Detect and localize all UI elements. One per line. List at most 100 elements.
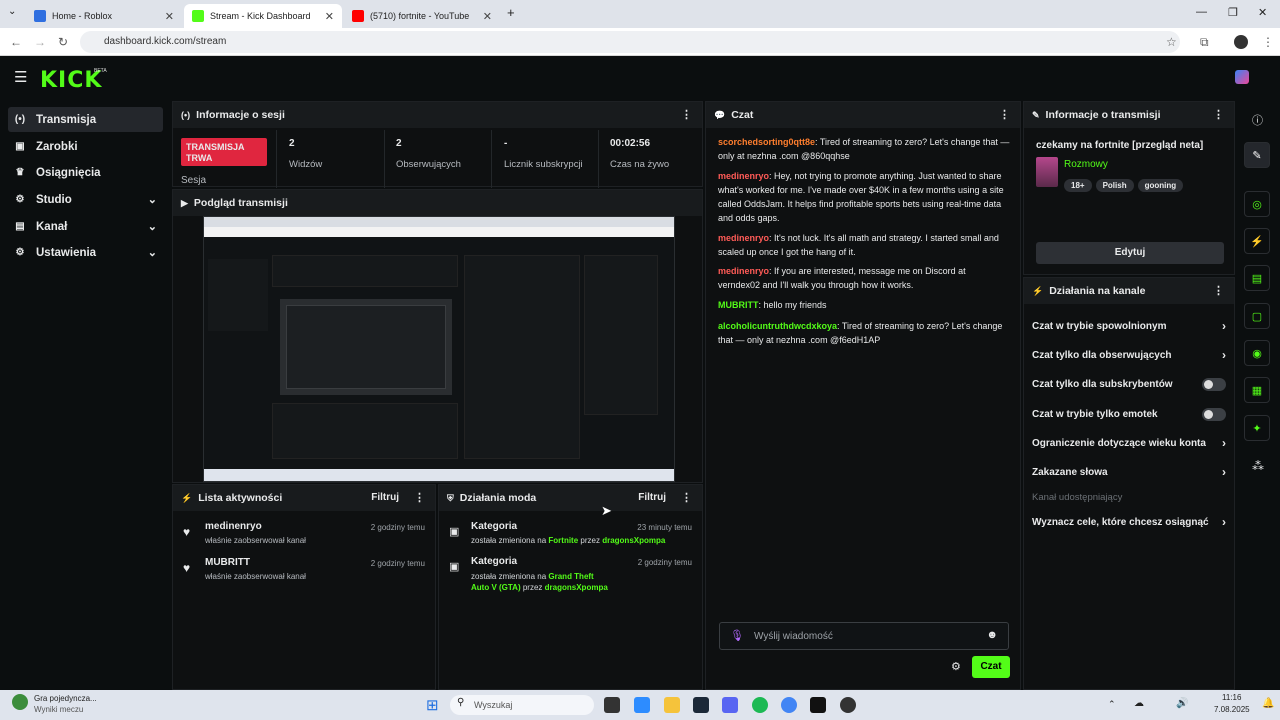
category-icon: ▣ bbox=[449, 561, 460, 573]
sidebar-item-ustawienia[interactable]: ⚙ Ustawienia ⌄ bbox=[8, 240, 163, 265]
search-icon: ⚲ bbox=[457, 697, 465, 708]
mod-item: ▣ Kategoria została zmieniona na Fortnit… bbox=[449, 521, 692, 545]
chat-bubble-icon[interactable]: ▢ bbox=[1244, 303, 1270, 329]
back-icon[interactable]: ← bbox=[10, 35, 22, 49]
category-link[interactable]: Rozmowy bbox=[1064, 159, 1108, 170]
subscribers-only-toggle[interactable] bbox=[1202, 377, 1226, 391]
task-view-icon[interactable] bbox=[604, 697, 620, 713]
window-close-icon[interactable]: ✕ bbox=[1258, 6, 1267, 19]
steam-icon[interactable] bbox=[693, 697, 709, 713]
maximize-icon[interactable]: ❐ bbox=[1228, 6, 1238, 19]
panel-header: ⚡ Lista aktywności Filtruj ⋮ bbox=[173, 485, 435, 511]
broadcast-rail-icon[interactable]: ◉ bbox=[1244, 340, 1270, 366]
sidebar-item-kanal[interactable]: ▤ Kanał ⌄ bbox=[8, 214, 163, 239]
apps-icon[interactable]: ⁂ bbox=[1252, 459, 1264, 473]
chat-settings-icon[interactable]: ⚙ bbox=[951, 660, 961, 673]
minimize-icon[interactable]: — bbox=[1196, 6, 1207, 18]
tab-youtube[interactable]: (5710) fortnite - YouTube ✕ bbox=[344, 4, 500, 28]
filter-button[interactable]: Filtruj bbox=[371, 492, 399, 503]
chat-input[interactable]: 🎙 Wyślij wiadomość ☻ bbox=[719, 622, 1009, 650]
lightning-icon[interactable]: ⚡ bbox=[1244, 228, 1270, 254]
clock-time[interactable]: 11:16 bbox=[1222, 693, 1241, 702]
more-options-icon[interactable]: ⋮ bbox=[1213, 108, 1224, 121]
forward-icon[interactable]: → bbox=[34, 35, 46, 49]
bookmark-star-icon[interactable]: ☆ bbox=[1166, 35, 1177, 49]
subs-stat: - Licznik subskrypcji bbox=[504, 138, 583, 170]
info-icon[interactable]: ⓘ bbox=[1252, 112, 1263, 128]
tag: Polish bbox=[1095, 179, 1134, 192]
sidebar-item-osiagniecia[interactable]: ♛ Osiągnięcia bbox=[8, 160, 163, 185]
panel-header: ✎ Informacje o transmisji ⋮ bbox=[1024, 102, 1234, 128]
extensions-icon[interactable]: ⧉ bbox=[1200, 35, 1209, 50]
clock-date[interactable]: 7.08.2025 bbox=[1214, 705, 1250, 714]
tab-kick-dashboard[interactable]: Stream - Kick Dashboard ✕ bbox=[184, 4, 342, 28]
goals-row[interactable]: Wyznacz cele, które chcesz osiągnąć › bbox=[1032, 510, 1226, 534]
camera-icon[interactable]: ◎ bbox=[1244, 191, 1270, 217]
stream-preview-video[interactable] bbox=[203, 216, 675, 482]
sidebar-item-transmisja[interactable]: (•) Transmisja bbox=[8, 107, 163, 132]
close-icon[interactable]: ✕ bbox=[483, 10, 492, 23]
close-icon[interactable]: ✕ bbox=[165, 10, 174, 23]
tools-icon[interactable]: ✦ bbox=[1244, 415, 1270, 441]
edit-button[interactable]: Edytuj bbox=[1036, 242, 1224, 264]
volume-icon[interactable]: 🔊 bbox=[1176, 698, 1188, 709]
tab-search-icon[interactable]: ⌄ bbox=[8, 6, 16, 17]
profile-avatar[interactable] bbox=[1234, 35, 1248, 49]
microphone-icon[interactable]: 🎙 bbox=[730, 629, 744, 642]
chat-message: scorchedsorting0qtt8e: Tired of streamin… bbox=[718, 137, 1010, 161]
chevron-down-icon: ⌄ bbox=[147, 247, 157, 259]
sidebar-item-zarobki[interactable]: ▣ Zarobki bbox=[8, 134, 163, 159]
preview-activity-panels bbox=[272, 403, 458, 459]
hamburger-menu-icon[interactable]: ☰ bbox=[14, 68, 27, 86]
game-notification-icon[interactable] bbox=[12, 694, 28, 710]
reload-icon[interactable]: ↻ bbox=[58, 35, 68, 49]
chrome-icon[interactable] bbox=[781, 697, 797, 713]
emote-only-toggle[interactable] bbox=[1202, 407, 1226, 421]
app-icon[interactable] bbox=[840, 697, 856, 713]
stats-icon[interactable]: ▦ bbox=[1244, 377, 1270, 403]
windows-start-icon[interactable]: ⊞ bbox=[426, 696, 439, 714]
user-avatar[interactable] bbox=[1235, 70, 1249, 84]
filter-button[interactable]: Filtruj bbox=[638, 492, 666, 503]
chevron-right-icon: › bbox=[1222, 348, 1226, 362]
sidebar-item-studio[interactable]: ⚙ Studio ⌄ bbox=[8, 187, 163, 212]
notes-icon[interactable]: ▤ bbox=[1244, 265, 1270, 291]
preview-nested-video bbox=[280, 299, 452, 395]
banned-words-row[interactable]: Zakazane słowa › bbox=[1032, 460, 1226, 484]
emote-only-row: Czat w trybie tylko emotek bbox=[1032, 402, 1226, 426]
discord-icon[interactable] bbox=[722, 697, 738, 713]
taskbar-search-input[interactable]: Wyszukaj bbox=[450, 695, 594, 715]
edit-layout-icon[interactable]: ✎ bbox=[1244, 142, 1270, 168]
network-icon[interactable]: ☁ bbox=[1134, 698, 1144, 709]
slow-mode-row[interactable]: Czat w trybie spowolnionym › bbox=[1032, 314, 1226, 338]
account-age-row[interactable]: Ograniczenie dotyczące wieku konta › bbox=[1032, 431, 1226, 455]
tag: gooning bbox=[1137, 179, 1184, 192]
activity-list-panel: ⚡ Lista aktywności Filtruj ⋮ ♥ medinenry… bbox=[172, 484, 436, 690]
spotify-icon[interactable] bbox=[752, 697, 768, 713]
stream-info-panel: ✎ Informacje o transmisji ⋮ czekamy na f… bbox=[1023, 101, 1235, 275]
video-icon: ▶ bbox=[181, 197, 188, 208]
chat-icon: 💬 bbox=[714, 109, 726, 120]
new-tab-button[interactable]: + bbox=[507, 5, 515, 20]
subscribers-only-row: Czat tylko dla subskrybentów bbox=[1032, 372, 1226, 396]
tab-roblox[interactable]: Home - Roblox ✕ bbox=[26, 4, 182, 28]
close-icon[interactable]: ✕ bbox=[325, 10, 334, 23]
emoji-icon[interactable]: ☻ bbox=[986, 629, 998, 641]
send-chat-button[interactable]: Czat bbox=[972, 656, 1010, 678]
epic-games-icon[interactable] bbox=[810, 697, 826, 713]
more-options-icon[interactable]: ⋮ bbox=[681, 108, 692, 121]
copilot-icon[interactable] bbox=[634, 697, 650, 713]
followers-only-row[interactable]: Czat tylko dla obserwujących › bbox=[1032, 343, 1226, 367]
file-explorer-icon[interactable] bbox=[664, 697, 680, 713]
more-options-icon[interactable]: ⋮ bbox=[999, 108, 1010, 121]
more-options-icon[interactable]: ⋮ bbox=[414, 491, 425, 504]
notifications-bell-icon[interactable]: 🔔 bbox=[1262, 698, 1274, 709]
divider bbox=[384, 130, 385, 188]
channel-icon: ▤ bbox=[15, 221, 25, 232]
browser-address-bar: ← → ↻ dashboard.kick.com/stream ☆ ⧉ ⋮ bbox=[0, 28, 1280, 56]
browser-menu-icon[interactable]: ⋮ bbox=[1262, 35, 1274, 49]
tray-chevron-icon[interactable]: ⌃ bbox=[1108, 699, 1116, 710]
more-options-icon[interactable]: ⋮ bbox=[1213, 284, 1224, 297]
more-options-icon[interactable]: ⋮ bbox=[681, 491, 692, 504]
url-input[interactable]: dashboard.kick.com/stream bbox=[80, 31, 1180, 53]
